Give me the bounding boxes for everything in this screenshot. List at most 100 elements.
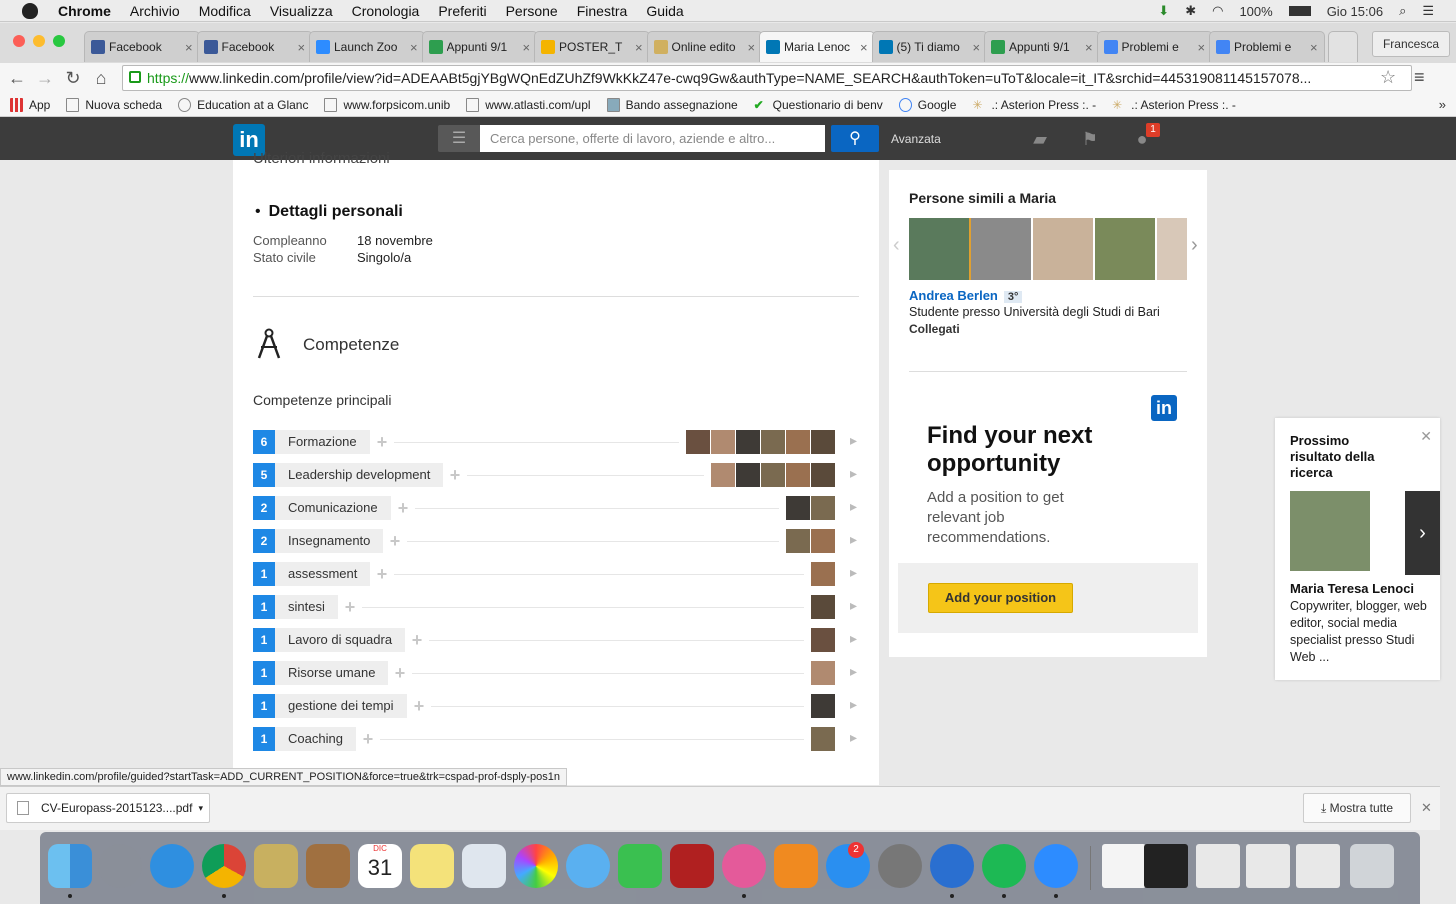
expand-arrow-icon[interactable]: ▸ [850, 663, 857, 680]
bookmark-item[interactable]: ✔ Questionario di benv [754, 98, 883, 112]
wifi-icon[interactable]: ◠ [1212, 3, 1223, 19]
mail-icon[interactable] [254, 844, 298, 888]
endorser-avatar[interactable] [811, 694, 835, 718]
menu-guida[interactable]: Guida [646, 3, 683, 19]
spotify-icon[interactable] [982, 844, 1026, 888]
similar-person-photo[interactable] [1033, 218, 1093, 280]
browser-tab[interactable]: Facebook × [196, 31, 313, 62]
endorse-plus-icon[interactable]: + [408, 631, 426, 649]
similar-person-name-text[interactable]: Andrea Berlen [909, 288, 998, 303]
next-result-name[interactable]: Maria Teresa Lenoci [1290, 581, 1414, 596]
endorsement-count[interactable]: 2 [253, 529, 275, 553]
endorse-plus-icon[interactable]: + [391, 664, 409, 682]
messages-app-icon[interactable] [566, 844, 610, 888]
skill-row[interactable]: 1 Coaching + ▸ [253, 727, 859, 751]
bookmark-item[interactable]: Education at a Glanc [178, 97, 308, 112]
skill-name[interactable]: gestione dei tempi [275, 694, 407, 718]
next-result-photo[interactable] [1290, 491, 1370, 571]
messages-icon[interactable]: ▰ [1029, 129, 1051, 149]
skill-name[interactable]: Lavoro di squadra [275, 628, 406, 652]
minimize-window-button[interactable] [33, 35, 45, 47]
endorse-plus-icon[interactable]: + [341, 598, 359, 616]
skill-name[interactable]: Comunicazione [275, 496, 391, 520]
menu-finestra[interactable]: Finestra [577, 3, 628, 19]
expand-arrow-icon[interactable]: ▸ [850, 465, 857, 482]
facetime-icon[interactable] [618, 844, 662, 888]
expand-arrow-icon[interactable]: ▸ [850, 531, 857, 548]
endorse-plus-icon[interactable]: + [394, 499, 412, 517]
endorse-plus-icon[interactable]: + [359, 730, 377, 748]
battery-percent[interactable]: 100% [1239, 4, 1272, 19]
show-all-downloads-button[interactable]: ⤓ Mostra tutte [1303, 793, 1411, 823]
bookmark-item[interactable]: Google [898, 97, 956, 112]
similar-person-photo[interactable] [909, 218, 971, 280]
bookmark-item[interactable]: www.atlasti.com/upl [466, 97, 591, 112]
photo-booth-icon[interactable] [670, 844, 714, 888]
launchpad-icon[interactable] [98, 844, 142, 888]
skill-row[interactable]: 5 Leadership development + ▸ [253, 463, 859, 487]
expand-arrow-icon[interactable]: ▸ [850, 432, 857, 449]
profile-button[interactable]: Francesca [1371, 31, 1450, 57]
carousel-prev-icon[interactable]: ‹ [893, 234, 900, 257]
menu-cronologia[interactable]: Cronologia [352, 3, 420, 19]
skill-name[interactable]: Insegnamento [275, 529, 384, 553]
endorse-plus-icon[interactable]: + [446, 466, 464, 484]
bookmark-star-icon[interactable]: ☆ [1380, 67, 1396, 88]
terminal-window-icon[interactable] [1144, 844, 1188, 888]
window-thumbnail-icon[interactable] [1196, 844, 1240, 888]
reload-icon[interactable]: ↻ [62, 67, 84, 89]
download-options-icon[interactable]: ▾ [198, 794, 203, 822]
endorser-avatar[interactable] [811, 463, 835, 487]
skill-row[interactable]: 1 sintesi + ▸ [253, 595, 859, 619]
skill-row[interactable]: 2 Comunicazione + ▸ [253, 496, 859, 520]
endorser-avatar[interactable] [811, 727, 835, 751]
endorsement-count[interactable]: 1 [253, 694, 275, 718]
back-icon[interactable]: ← [6, 67, 28, 89]
download-item[interactable]: CV-Europass-2015123....pdf ▾ [6, 793, 210, 823]
bookmark-item[interactable]: Nuova scheda [66, 97, 162, 112]
endorse-plus-icon[interactable]: + [386, 532, 404, 550]
bookmark-item[interactable]: Bando assegnazione [606, 97, 738, 112]
browser-tab[interactable]: POSTER_T × [534, 31, 650, 62]
endorser-avatar[interactable] [761, 430, 785, 454]
browser-tab[interactable]: Online edito × [646, 31, 763, 62]
close-downloads-icon[interactable]: ✕ [1421, 800, 1432, 816]
menu-persone[interactable]: Persone [506, 3, 558, 19]
home-icon[interactable]: ⌂ [90, 67, 112, 89]
search-button[interactable]: ⚲ [831, 125, 879, 152]
itunes-icon[interactable] [722, 844, 766, 888]
endorser-avatar[interactable] [686, 430, 710, 454]
endorsement-count[interactable]: 1 [253, 661, 275, 685]
connect-link[interactable]: Collegati [909, 322, 960, 336]
skill-name[interactable]: Risorse umane [275, 661, 389, 685]
endorser-avatar[interactable] [811, 529, 835, 553]
similar-person-name[interactable]: Andrea Berlen 3° [909, 288, 1023, 303]
pages-icon[interactable] [930, 844, 974, 888]
skill-row[interactable]: 6 Formazione + ▸ [253, 430, 859, 454]
expand-arrow-icon[interactable]: ▸ [850, 630, 857, 647]
skill-name[interactable]: Coaching [275, 727, 356, 751]
search-category-menu[interactable]: ☰ [438, 125, 480, 152]
forward-icon[interactable]: → [34, 67, 56, 89]
skill-row[interactable]: 1 assessment + ▸ [253, 562, 859, 586]
endorser-avatar[interactable] [761, 463, 785, 487]
battery-icon[interactable] [1288, 6, 1311, 16]
window-thumbnail-icon[interactable] [1246, 844, 1290, 888]
skill-row[interactable]: 2 Insegnamento + ▸ [253, 529, 859, 553]
endorsement-count[interactable]: 6 [253, 430, 275, 454]
browser-tab[interactable]: Appunti 9/1 × [984, 31, 1100, 62]
expand-arrow-icon[interactable]: ▸ [850, 729, 857, 746]
menu-archivio[interactable]: Archivio [130, 3, 180, 19]
similar-person-photo[interactable] [1095, 218, 1155, 280]
document-icon[interactable] [1102, 844, 1146, 888]
similar-person-photo[interactable] [1157, 218, 1187, 280]
endorser-avatar[interactable] [786, 529, 810, 553]
bookmarks-overflow-icon[interactable]: » [1439, 97, 1446, 112]
expand-arrow-icon[interactable]: ▸ [850, 564, 857, 581]
skill-name[interactable]: Formazione [275, 430, 370, 454]
menu-app-name[interactable]: Chrome [58, 3, 111, 19]
endorser-avatar[interactable] [811, 562, 835, 586]
endorser-avatar[interactable] [786, 496, 810, 520]
browser-tab[interactable]: Launch Zoo × [309, 31, 425, 62]
system-preferences-icon[interactable] [878, 844, 922, 888]
